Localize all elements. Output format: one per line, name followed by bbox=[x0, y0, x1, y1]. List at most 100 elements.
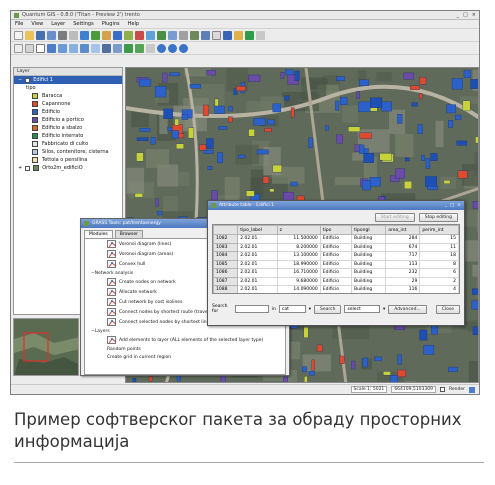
grass-mapset-icon[interactable] bbox=[168, 30, 177, 40]
add-raster-icon[interactable] bbox=[91, 30, 100, 40]
projection-icon[interactable] bbox=[469, 386, 475, 393]
map-overview[interactable] bbox=[13, 318, 79, 376]
menu-layer[interactable]: Layer bbox=[51, 21, 65, 27]
zoom-layer-icon[interactable] bbox=[58, 43, 67, 53]
save-project-icon[interactable] bbox=[36, 30, 45, 40]
export-icon[interactable] bbox=[69, 30, 78, 40]
new-vector-icon[interactable] bbox=[124, 30, 133, 40]
select-icon[interactable] bbox=[25, 43, 34, 53]
zoom-full-icon[interactable] bbox=[47, 43, 56, 53]
menu-settings[interactable]: Settings bbox=[73, 21, 94, 27]
advanced-button[interactable]: Advanced... bbox=[388, 304, 427, 314]
refresh-icon[interactable] bbox=[91, 43, 100, 53]
print-icon[interactable] bbox=[58, 30, 67, 40]
maximize-icon[interactable]: □ bbox=[463, 12, 468, 18]
menu-file[interactable]: File bbox=[15, 21, 23, 27]
building-footprint bbox=[308, 137, 313, 148]
layer-visibility-checkbox[interactable] bbox=[25, 77, 31, 83]
new-project-icon[interactable] bbox=[14, 30, 23, 40]
row-header[interactable]: 1085 bbox=[213, 259, 239, 269]
add-wms-icon[interactable] bbox=[113, 30, 122, 40]
grass-group-header[interactable]: − Layers bbox=[85, 327, 285, 335]
search-input[interactable] bbox=[235, 305, 269, 313]
remove-layer-icon[interactable] bbox=[135, 30, 144, 40]
start-editing-button[interactable]: Start editing bbox=[374, 212, 415, 222]
expand-icon[interactable]: − bbox=[18, 77, 22, 83]
mode-select[interactable]: select bbox=[344, 305, 380, 313]
menu-help[interactable]: Help bbox=[128, 21, 139, 27]
zoom-selection-icon[interactable] bbox=[69, 43, 78, 53]
plugin-icon[interactable] bbox=[245, 30, 254, 40]
minimize-icon[interactable]: _ bbox=[445, 203, 447, 208]
column-header[interactable]: tipo bbox=[319, 225, 353, 235]
tab-modules[interactable]: Modules bbox=[84, 230, 113, 238]
legend-layer-edifici[interactable]: − Edifici 1 bbox=[14, 76, 122, 84]
identify-icon[interactable] bbox=[234, 30, 243, 40]
menu-view[interactable]: View bbox=[31, 21, 43, 27]
tab-browser[interactable]: Browser bbox=[114, 230, 143, 238]
measure-icon[interactable] bbox=[223, 30, 232, 40]
capture-point-icon[interactable] bbox=[179, 30, 188, 40]
map-tips-icon[interactable] bbox=[102, 43, 111, 53]
legend-layer-orto[interactable]: + Orto2m_edificiO bbox=[14, 164, 122, 172]
chevron-down-icon[interactable]: ▾ bbox=[383, 307, 385, 312]
delete-feature-icon[interactable] bbox=[212, 30, 221, 40]
minimize-icon[interactable]: _ bbox=[457, 12, 460, 18]
table-row[interactable]: 1082 2.02.01 11.500000 Edificio Building 284 1… bbox=[213, 234, 459, 244]
table-row[interactable]: 1084 2.02.01 13.100000 Edificio Building 717 1… bbox=[213, 251, 459, 261]
attribute-table-icon[interactable] bbox=[36, 43, 45, 53]
grass-module-item[interactable]: Random points bbox=[85, 345, 285, 353]
capture-polygon-icon[interactable] bbox=[201, 30, 210, 40]
zoom-previous-icon[interactable] bbox=[80, 43, 89, 53]
overview-icon[interactable] bbox=[124, 43, 133, 53]
column-header[interactable]: perim_int bbox=[419, 225, 459, 235]
hide-all-icon[interactable] bbox=[146, 43, 155, 53]
close-icon[interactable]: × bbox=[472, 12, 476, 18]
save-as-icon[interactable] bbox=[47, 30, 56, 40]
stop-editing-button[interactable]: Stop editing bbox=[418, 212, 458, 222]
open-project-icon[interactable] bbox=[25, 30, 34, 40]
pan-icon[interactable] bbox=[14, 43, 23, 53]
row-header[interactable]: 1088 bbox=[213, 285, 239, 293]
capture-line-icon[interactable] bbox=[190, 30, 199, 40]
add-vector-icon[interactable] bbox=[80, 30, 89, 40]
row-header[interactable]: 1082 bbox=[213, 234, 239, 244]
row-header[interactable]: 1083 bbox=[213, 242, 239, 252]
attribute-grid[interactable]: tipo_label z tipo tipongl area_int perim… bbox=[212, 224, 460, 294]
row-header[interactable]: 1086 bbox=[213, 268, 239, 278]
table-row[interactable]: 1087 2.02.01 9.680000 Edificio Building 29 2 bbox=[213, 276, 459, 286]
table-row[interactable]: 1088 2.02.01 14.090000 Edificio Building 116 4 bbox=[213, 285, 459, 293]
scale-box[interactable]: Scale 1: 5021 bbox=[350, 386, 388, 393]
table-row[interactable]: 1086 2.02.01 16.710000 Edificio Building 232 6 bbox=[213, 268, 459, 278]
show-all-icon[interactable] bbox=[135, 43, 144, 53]
zoom-in-icon[interactable] bbox=[157, 43, 166, 53]
search-button[interactable]: Search bbox=[313, 304, 342, 314]
grass-tools-icon[interactable] bbox=[157, 30, 166, 40]
grass-module-item[interactable]: Add elements to layer (ALL elements of t… bbox=[85, 335, 285, 345]
building-footprint bbox=[379, 153, 392, 161]
column-select[interactable]: cat bbox=[278, 305, 306, 313]
zoom-out-icon[interactable] bbox=[168, 43, 177, 53]
close-icon[interactable]: × bbox=[457, 203, 461, 208]
grass-region-icon[interactable] bbox=[146, 30, 155, 40]
bookmark-icon[interactable] bbox=[113, 43, 122, 53]
chevron-down-icon[interactable]: ▾ bbox=[309, 307, 311, 312]
table-row[interactable]: 1085 2.02.01 18.990000 Edificio Building 113 8 bbox=[213, 259, 459, 269]
row-header[interactable]: 1087 bbox=[213, 276, 239, 286]
expand-icon[interactable]: + bbox=[18, 165, 22, 171]
column-header[interactable]: tipongl bbox=[351, 225, 387, 235]
layer-visibility-checkbox[interactable] bbox=[25, 165, 31, 171]
menu-plugins[interactable]: Plugins bbox=[102, 21, 120, 27]
add-postgis-icon[interactable] bbox=[102, 30, 111, 40]
column-header[interactable]: tipo_label bbox=[237, 225, 278, 235]
row-header[interactable]: 1084 bbox=[213, 251, 239, 261]
column-header[interactable]: area_int bbox=[385, 225, 421, 235]
column-header[interactable]: z bbox=[276, 225, 321, 235]
table-row[interactable]: 1083 2.02.01 8.200000 Edificio Building 674 11 bbox=[213, 242, 459, 252]
close-button[interactable]: Close bbox=[435, 304, 460, 314]
render-checkbox[interactable] bbox=[439, 387, 445, 392]
maximize-icon[interactable]: □ bbox=[450, 203, 454, 208]
help-icon[interactable] bbox=[256, 30, 265, 40]
zoom-window-icon[interactable] bbox=[179, 43, 188, 53]
grass-module-item[interactable]: Create grid in current region bbox=[85, 353, 285, 361]
